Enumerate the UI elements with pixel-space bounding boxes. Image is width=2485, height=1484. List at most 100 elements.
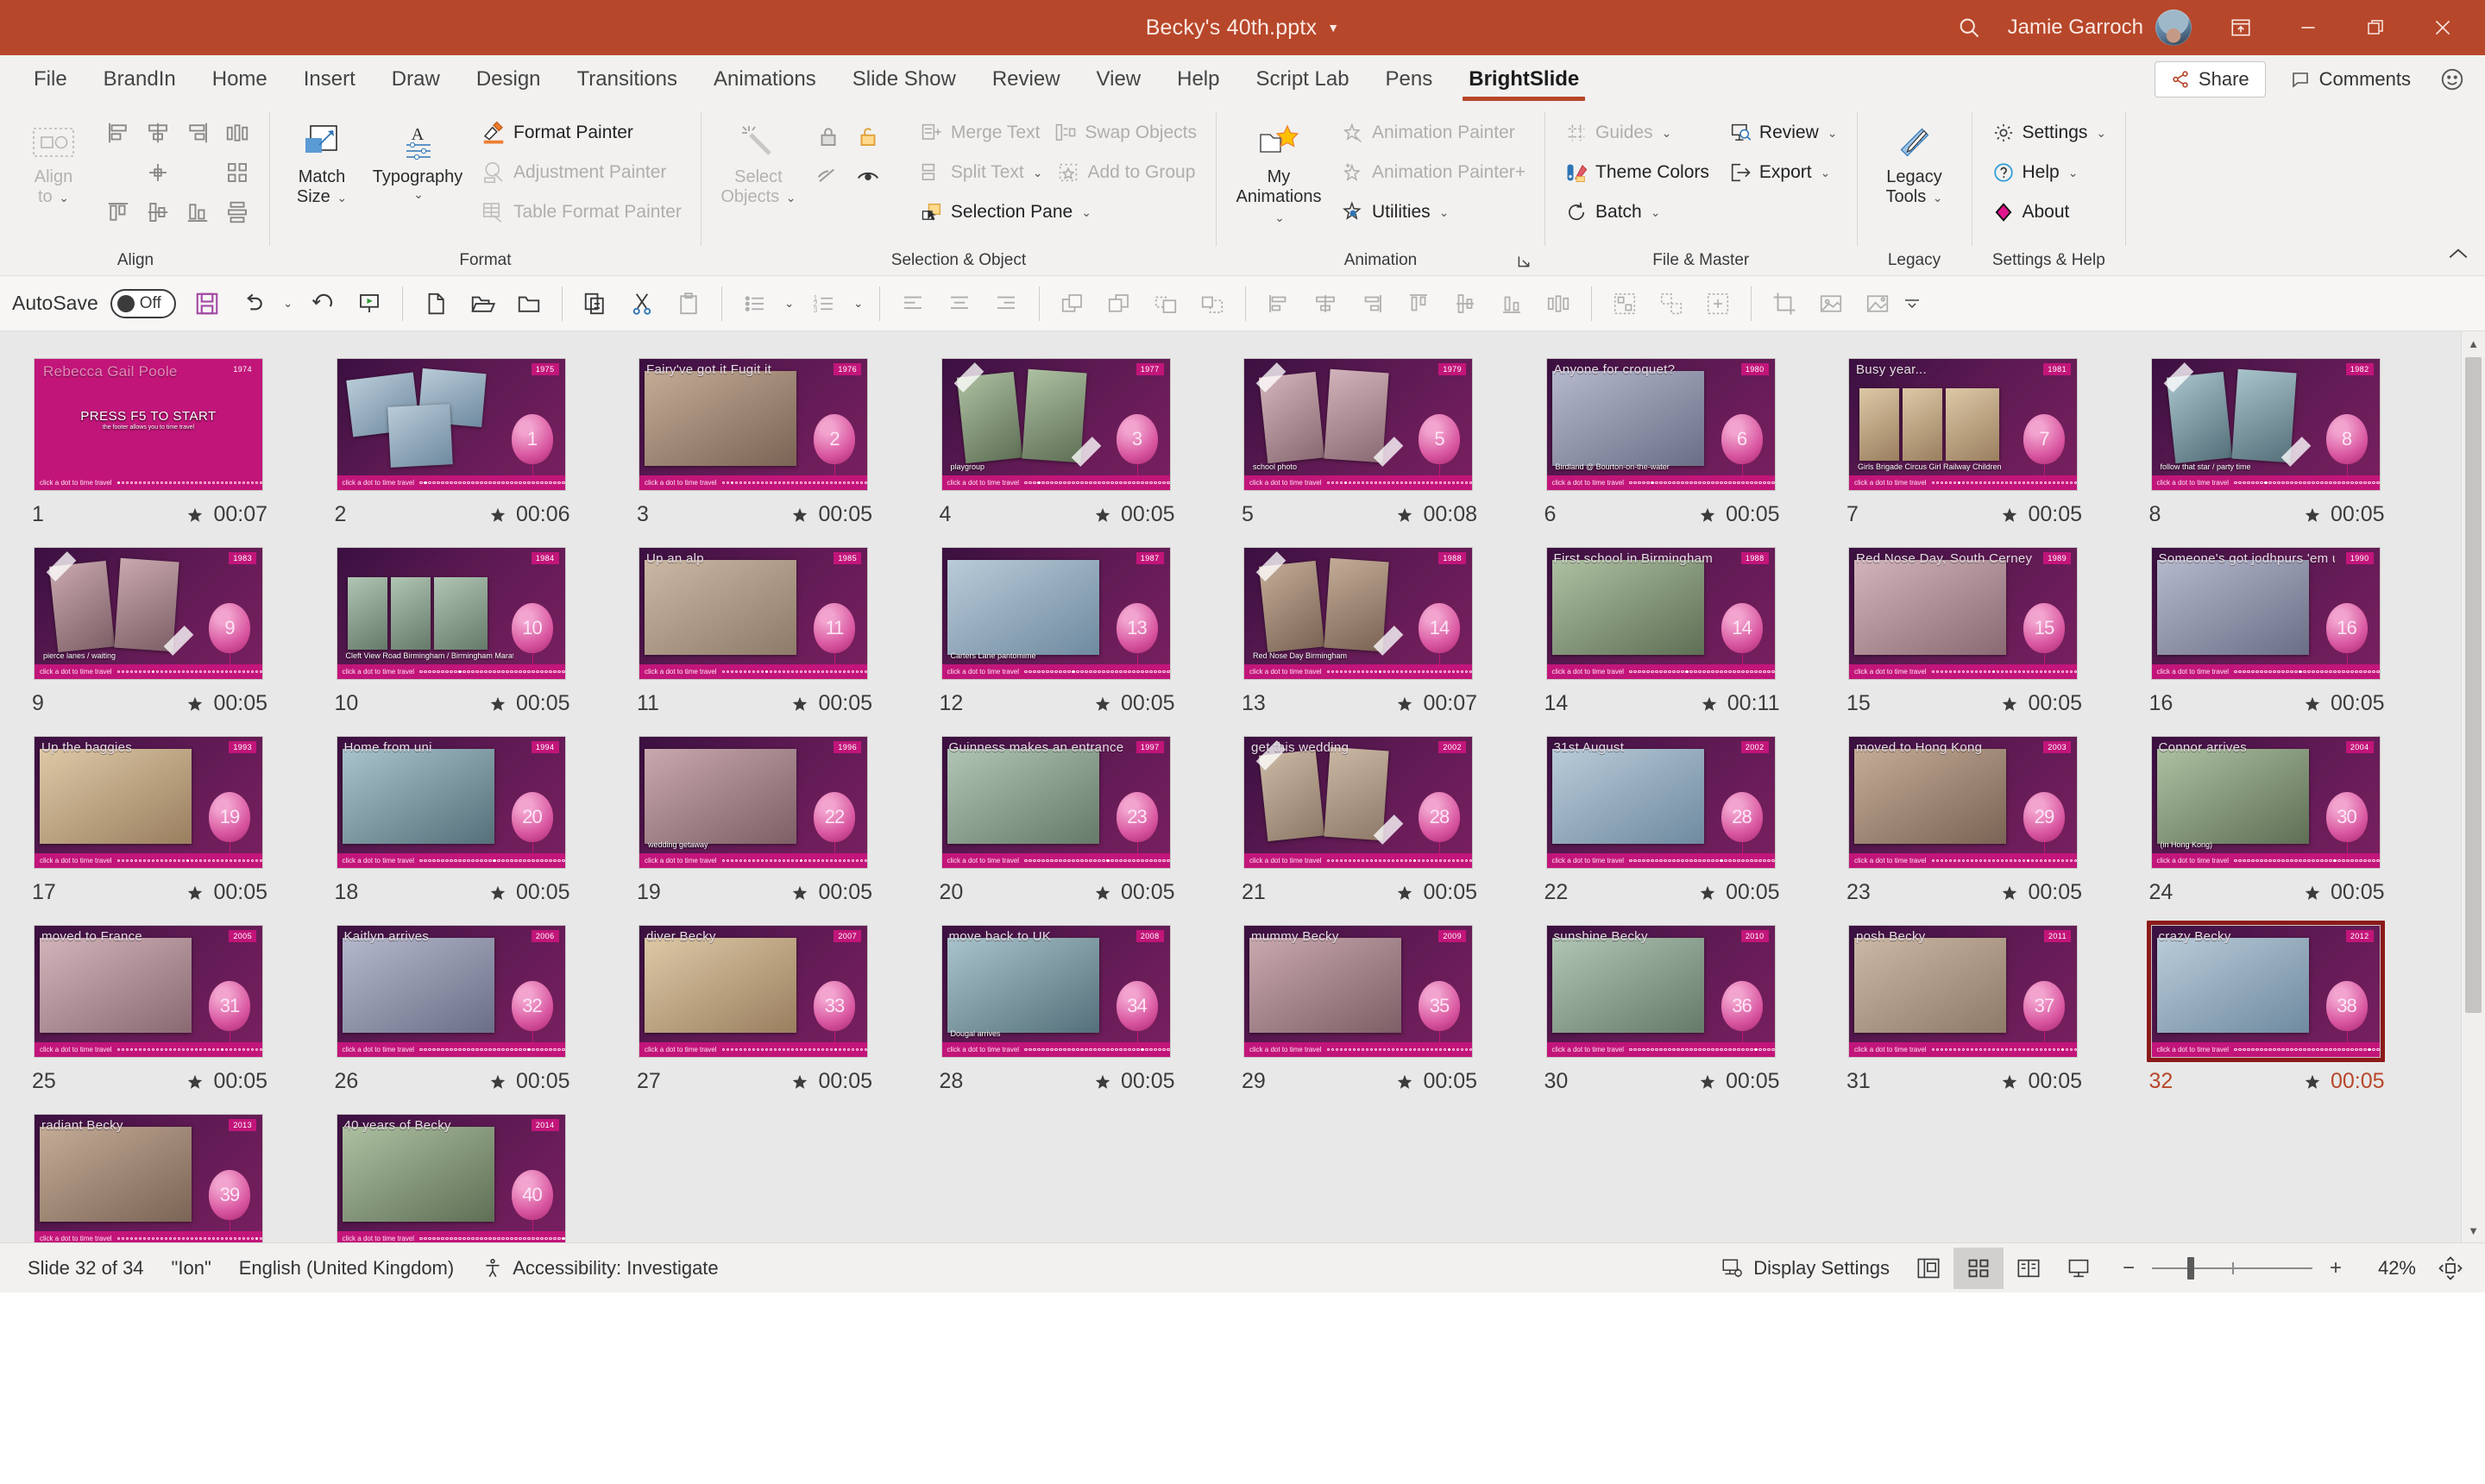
- autosave-toggle[interactable]: Off: [110, 288, 176, 318]
- bring-forward-icon[interactable]: [1050, 282, 1095, 325]
- align-bottom-icon[interactable]: [178, 193, 217, 231]
- timeline-dots[interactable]: [1327, 670, 1472, 674]
- merge-text-button[interactable]: Merge Text: [913, 114, 1047, 152]
- transition-star-icon[interactable]: [790, 1072, 809, 1091]
- search-icon[interactable]: [1939, 16, 1999, 40]
- crop-icon[interactable]: [1762, 282, 1807, 325]
- slide-thumbnail-frame[interactable]: Someone's got jodhpurs 'em ups 16 1990 clic…: [2147, 543, 2385, 684]
- timeline-dots[interactable]: [722, 1047, 867, 1052]
- timeline-dots[interactable]: [1629, 670, 1774, 674]
- slide-preview[interactable]: Anyone for croquet? Birdland @ Bourton-on…: [1546, 359, 1775, 490]
- timeline-dots[interactable]: [2234, 670, 2379, 674]
- bullets-chevron-icon[interactable]: ⌄: [779, 282, 800, 325]
- bring-front-icon[interactable]: [1143, 282, 1188, 325]
- slide-thumbnail[interactable]: mummy Becky 35 2009 click a dot to time tra…: [1239, 921, 1542, 1094]
- slide-thumbnail-frame[interactable]: Cleft View Road Birmingham / Birmingham …: [332, 543, 570, 684]
- scrollbar-thumb[interactable]: [2465, 357, 2482, 1013]
- align-left-icon[interactable]: [98, 114, 138, 152]
- slide-thumbnail[interactable]: sunshine Becky 36 2010 click a dot to time …: [1542, 921, 1845, 1094]
- slide-preview[interactable]: sunshine Becky 36 2010 click a dot to time …: [1546, 926, 1775, 1057]
- slide-preview[interactable]: Guinness makes an entrance 23 1997 click a …: [941, 737, 1170, 868]
- transition-star-icon[interactable]: [186, 506, 204, 525]
- timeline-dots[interactable]: [117, 670, 262, 674]
- timeline-dots[interactable]: [117, 858, 262, 863]
- selection-pane-button[interactable]: Selection Pane ⌄: [913, 193, 1098, 231]
- undo-icon[interactable]: [231, 282, 276, 325]
- slide-thumbnail-frame[interactable]: get this wedding 28 2002 click a dot to tim…: [1239, 732, 1477, 873]
- transition-star-icon[interactable]: [488, 1072, 507, 1091]
- slide-thumbnail-frame[interactable]: mummy Becky 35 2009 click a dot to time tra…: [1239, 921, 1477, 1062]
- slide-thumbnail-frame[interactable]: wedding getaway 22 1996 click a dot to time…: [634, 732, 872, 873]
- accessibility-checker[interactable]: Accessibility: Investigate: [468, 1248, 732, 1289]
- timeline-dots[interactable]: [1327, 481, 1472, 485]
- tab-transitions[interactable]: Transitions: [559, 55, 695, 104]
- split-text-button[interactable]: Split Text ⌄: [913, 154, 1050, 192]
- slide-preview[interactable]: diver Becky 33 2007 click a dot to time tra…: [639, 926, 867, 1057]
- slide-thumbnail[interactable]: Red Nose Day Birmingham 14 1988 click a dot…: [1239, 543, 1542, 716]
- transition-star-icon[interactable]: [2000, 695, 2019, 714]
- timeline-dots[interactable]: [1932, 1047, 2077, 1052]
- tab-insert[interactable]: Insert: [286, 55, 374, 104]
- slide-preview[interactable]: move back to UK Dougal arrives 34 2008 click…: [941, 926, 1170, 1057]
- slide-thumbnail-frame[interactable]: sunshine Becky 36 2010 click a dot to time …: [1542, 921, 1780, 1062]
- align-center-horizontal-icon[interactable]: [138, 114, 178, 152]
- transition-star-icon[interactable]: [1395, 695, 1414, 714]
- timeline-dots[interactable]: [1024, 1047, 1169, 1052]
- export-button[interactable]: Export ⌄: [1721, 154, 1845, 192]
- timeline-dots[interactable]: [419, 1047, 564, 1052]
- format-painter-button[interactable]: Format Painter: [474, 114, 689, 152]
- slide-thumbnail-frame[interactable]: moved to France 31 2005 click a dot to time…: [29, 921, 267, 1062]
- slide-preview[interactable]: Red Nose Day Birmingham 14 1988 click a dot…: [1244, 548, 1472, 679]
- eye-icon[interactable]: [848, 157, 888, 195]
- share-button[interactable]: Share: [2154, 61, 2266, 97]
- timeline-dots[interactable]: [419, 481, 564, 485]
- align-left-icon[interactable]: [890, 282, 935, 325]
- restore-up-icon[interactable]: [2207, 0, 2274, 55]
- slide-thumbnail-frame[interactable]: follow that star / party time 8 1982 click …: [2147, 354, 2385, 495]
- transition-star-icon[interactable]: [790, 695, 809, 714]
- align-to-button[interactable]: Align to ⌄: [14, 112, 93, 207]
- slide-thumbnail[interactable]: Up the baggies 19 1993 click a dot to time …: [29, 732, 332, 905]
- slide-thumbnail-frame[interactable]: moved to Hong Kong 29 2003 click a dot to t…: [1844, 732, 2082, 873]
- arrange-grid-icon[interactable]: [217, 154, 257, 192]
- slide-thumbnail-frame[interactable]: Up an alp 11 1985 click a dot to time trave…: [634, 543, 872, 684]
- slide-preview[interactable]: Red Nose Day, South Cerney 15 1989 click a …: [1849, 548, 2077, 679]
- reading-view-button[interactable]: [2004, 1248, 2054, 1289]
- fit-to-window-icon[interactable]: [2430, 1248, 2471, 1289]
- slide-show-button[interactable]: [2054, 1248, 2104, 1289]
- transition-star-icon[interactable]: [790, 883, 809, 902]
- slide-preview[interactable]: follow that star / party time 8 1982 click …: [2151, 359, 2380, 490]
- scroll-up-icon[interactable]: ▲: [2462, 331, 2485, 355]
- slide-thumbnail[interactable]: wedding getaway 22 1996 click a dot to time…: [634, 732, 937, 905]
- slide-thumbnail-frame[interactable]: 40 years of Becky 40 2014 click a dot to ti…: [332, 1110, 570, 1242]
- slide-preview[interactable]: school photo 5 1979 click a dot to time tra…: [1244, 359, 1472, 490]
- slide-thumbnail-frame[interactable]: Connor arrives (in Hong Kong) 30 2004 click …: [2147, 732, 2385, 873]
- transition-star-icon[interactable]: [488, 883, 507, 902]
- adjustment-painter-button[interactable]: Adjustment Painter: [474, 154, 689, 192]
- transition-star-icon[interactable]: [1698, 883, 1717, 902]
- transition-star-icon[interactable]: [2000, 506, 2019, 525]
- autosave-control[interactable]: AutoSave Off: [12, 288, 183, 318]
- align-center-icon[interactable]: [937, 282, 982, 325]
- new-icon[interactable]: [413, 282, 458, 325]
- timeline-dots[interactable]: [2234, 858, 2379, 863]
- slide-preview[interactable]: Busy year... Girls Brigade Circus Girl Ra…: [1849, 359, 2077, 490]
- slide-thumbnail[interactable]: follow that star / party time 8 1982 click …: [2147, 354, 2450, 527]
- slide-thumbnail[interactable]: Red Nose Day, South Cerney 15 1989 click a …: [1844, 543, 2147, 716]
- transition-star-icon[interactable]: [1093, 1072, 1112, 1091]
- slide-thumbnail[interactable]: 31st August 28 2002 click a dot to time tra…: [1542, 732, 1845, 905]
- legacy-tools-button[interactable]: Legacy Tools ⌄: [1870, 112, 1960, 207]
- scroll-down-icon[interactable]: ▼: [2462, 1218, 2485, 1242]
- slide-preview[interactable]: playgroup 3 1977 click a dot to time travel: [941, 359, 1170, 490]
- slide-preview[interactable]: crazy Becky 38 2012 click a dot to time tra…: [2151, 926, 2380, 1057]
- my-animations-button[interactable]: My Animations ⌄: [1229, 112, 1329, 227]
- tab-home[interactable]: Home: [194, 55, 286, 104]
- batch-button[interactable]: Batch ⌄: [1557, 193, 1716, 231]
- vertical-scrollbar[interactable]: ▲ ▼: [2461, 331, 2485, 1242]
- unlock-icon[interactable]: [848, 117, 888, 155]
- transition-star-icon[interactable]: [186, 1072, 204, 1091]
- slide-thumbnail-frame[interactable]: Anyone for croquet? Birdland @ Bourton-on…: [1542, 354, 1780, 495]
- copy-icon[interactable]: [573, 282, 618, 325]
- zoom-in-button[interactable]: +: [2325, 1256, 2347, 1280]
- obj-align-center-icon[interactable]: [1303, 282, 1348, 325]
